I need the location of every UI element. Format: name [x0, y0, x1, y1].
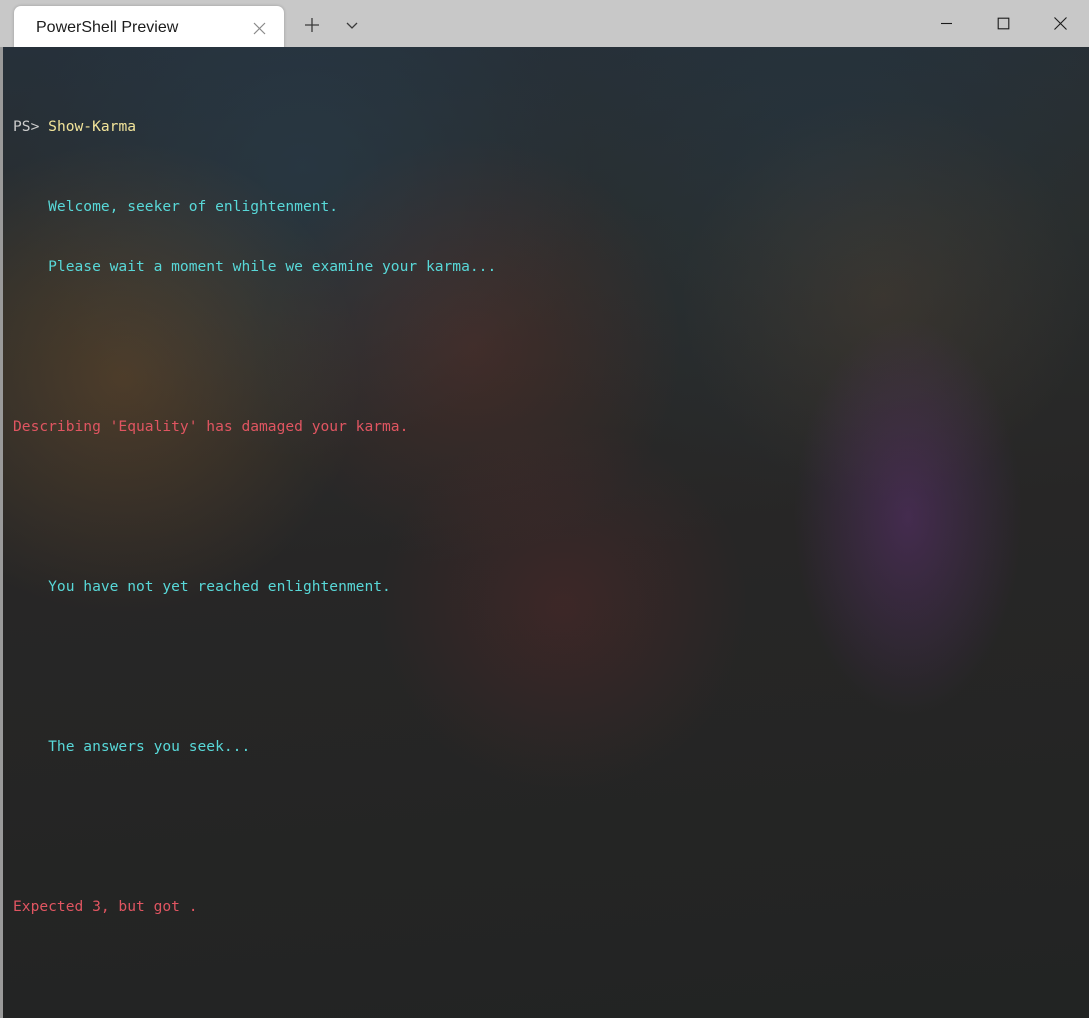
output-please-wait: Please wait a moment while we examine yo… — [13, 258, 497, 275]
maximize-button[interactable] — [975, 0, 1032, 47]
terminal-output[interactable]: PS> Show-Karma Welcome, seeker of enligh… — [3, 47, 1089, 1018]
output-describing: Describing 'Equality' has damaged your k… — [13, 418, 409, 435]
chevron-down-icon — [344, 17, 360, 33]
minimize-icon — [940, 17, 953, 30]
tab-powershell-preview[interactable]: PowerShell Preview — [14, 6, 284, 50]
tab-close-icon[interactable] — [244, 13, 274, 43]
terminal-window: PowerShell Preview PS> Show-Karma Welcom… — [0, 0, 1089, 1018]
prompt-symbol: PS> — [13, 118, 40, 135]
new-tab-button[interactable] — [292, 5, 332, 45]
close-window-button[interactable] — [1032, 0, 1089, 47]
output-answers: The answers you seek... — [13, 738, 251, 755]
command-line: PS> Show-Karma — [13, 117, 1089, 137]
entered-command: Show-Karma — [48, 118, 137, 135]
output-expected: Expected 3, but got . — [13, 898, 198, 915]
minimize-button[interactable] — [918, 0, 975, 47]
tab-actions — [284, 0, 372, 50]
tab-dropdown-button[interactable] — [332, 5, 372, 45]
output-welcome: Welcome, seeker of enlightenment. — [13, 198, 339, 215]
window-caption-buttons — [918, 0, 1089, 50]
tab-strip: PowerShell Preview — [0, 0, 284, 50]
terminal-surface[interactable]: PS> Show-Karma Welcome, seeker of enligh… — [0, 47, 1089, 1018]
title-bar: PowerShell Preview — [0, 0, 1089, 50]
maximize-icon — [997, 17, 1010, 30]
plus-icon — [303, 16, 321, 34]
close-icon — [1053, 16, 1068, 31]
tab-label: PowerShell Preview — [36, 19, 179, 36]
output-not-enlightened: You have not yet reached enlightenment. — [13, 578, 391, 595]
